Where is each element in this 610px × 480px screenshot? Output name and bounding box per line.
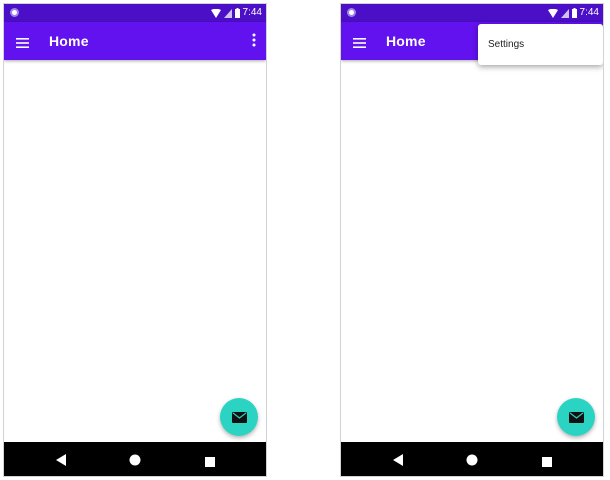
status-bar: 7:44 bbox=[4, 4, 266, 22]
main-content bbox=[4, 60, 266, 442]
back-triangle-icon[interactable] bbox=[393, 453, 403, 471]
home-circle-icon[interactable] bbox=[466, 453, 478, 471]
wifi-icon bbox=[547, 8, 558, 18]
hamburger-menu-icon[interactable] bbox=[16, 35, 29, 53]
notification-icon bbox=[347, 8, 356, 17]
status-time: 7:44 bbox=[242, 7, 262, 18]
notification-icon bbox=[10, 8, 19, 17]
recent-square-icon[interactable] bbox=[542, 454, 552, 472]
cell-signal-icon bbox=[223, 8, 232, 18]
app-title: Home bbox=[49, 33, 89, 49]
cell-signal-icon bbox=[560, 8, 569, 18]
phone-screen-menu-open: 7:44 Home Settings bbox=[340, 3, 604, 477]
app-title: Home bbox=[386, 33, 426, 49]
hamburger-menu-icon[interactable] bbox=[353, 35, 366, 53]
app-bar: Home bbox=[4, 22, 266, 60]
menu-item-settings[interactable]: Settings bbox=[478, 24, 603, 65]
status-indicators: 7:44 bbox=[210, 5, 262, 21]
email-fab-button[interactable] bbox=[220, 398, 258, 436]
phone-screen-default: 7:44 Home bbox=[3, 3, 267, 477]
status-bar: 7:44 bbox=[341, 4, 603, 22]
email-icon bbox=[568, 411, 584, 423]
email-icon bbox=[231, 411, 247, 423]
more-vert-icon[interactable] bbox=[252, 33, 256, 52]
status-indicators: 7:44 bbox=[547, 5, 599, 21]
status-time: 7:44 bbox=[579, 7, 599, 18]
navigation-bar bbox=[4, 442, 266, 476]
overflow-menu: Settings bbox=[478, 24, 603, 65]
navigation-bar bbox=[341, 442, 603, 476]
home-circle-icon[interactable] bbox=[129, 453, 141, 471]
battery-icon bbox=[234, 8, 240, 18]
wifi-icon bbox=[210, 8, 221, 18]
recent-square-icon[interactable] bbox=[205, 454, 215, 472]
main-content bbox=[341, 60, 603, 442]
back-triangle-icon[interactable] bbox=[56, 453, 66, 471]
battery-icon bbox=[571, 8, 577, 18]
email-fab-button[interactable] bbox=[557, 398, 595, 436]
